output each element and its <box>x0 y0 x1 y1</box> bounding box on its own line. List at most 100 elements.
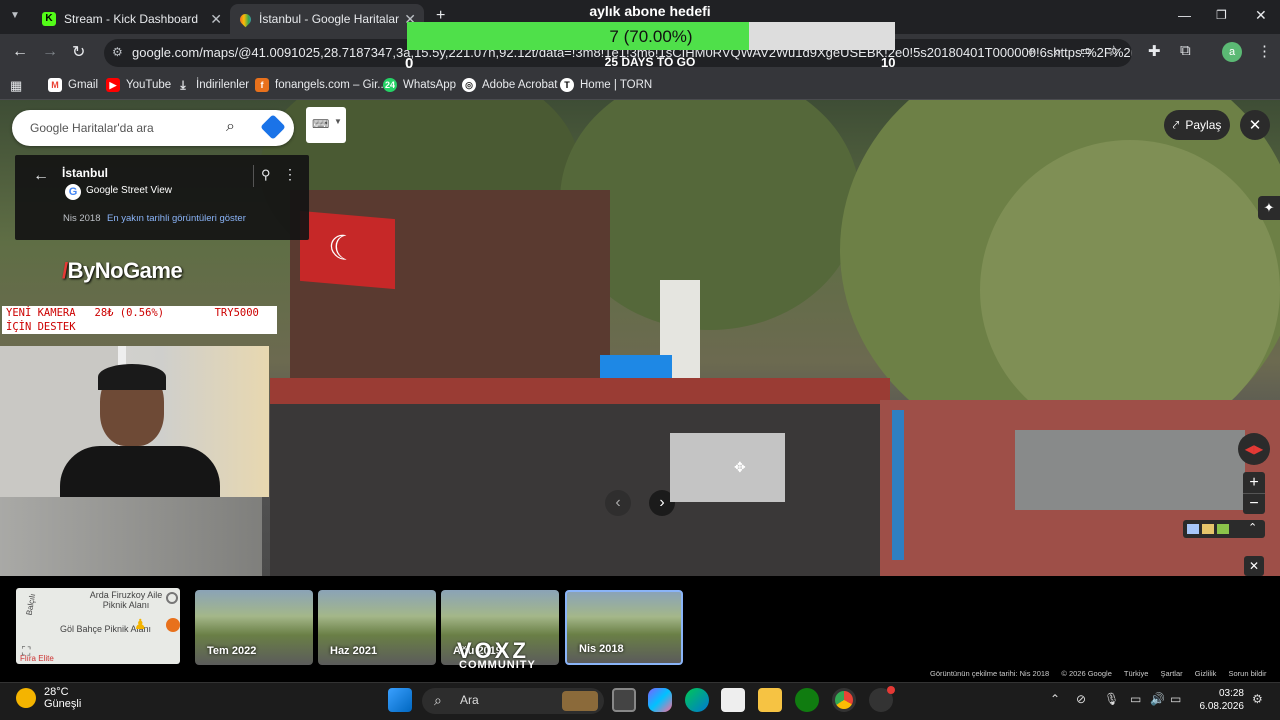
more-options-icon[interactable]: ⋮ <box>283 166 297 183</box>
map-pin-icon[interactable]: ⚲ <box>261 167 271 183</box>
tab-label: İstanbul - Google Haritalar <box>259 12 400 26</box>
globe-icon: ◎ <box>462 78 476 92</box>
latest-images-link[interactable]: En yakın tarihli görüntüleri göster <box>107 213 246 224</box>
weather-temp: 28°C <box>44 686 69 698</box>
compass-icon[interactable]: ◀▶ <box>1238 433 1270 465</box>
zoom-in-icon[interactable]: + <box>1243 472 1265 493</box>
panorama-cursor-box[interactable]: ✥ <box>670 433 785 502</box>
donation-goal-widget: YENİ KAMERA 28₺ (0.56%) TRY5000 İÇİN DES… <box>2 306 277 334</box>
apps-grid-icon[interactable]: ▦ <box>10 78 22 94</box>
back-icon[interactable]: ← <box>12 43 28 61</box>
task-view-icon[interactable] <box>612 688 636 712</box>
blue-post <box>892 410 904 560</box>
bookmark-torn[interactable]: T Home | TORN <box>560 78 652 92</box>
extension-puzzle-icon[interactable]: ✚ <box>1148 42 1161 60</box>
keyboard-toggle[interactable]: ⌨ ▼ <box>306 107 346 143</box>
xbox-icon[interactable] <box>795 688 819 712</box>
bookmark-gmail[interactable]: M Gmail <box>48 78 98 92</box>
extensions-icon[interactable]: ⧉ <box>1180 42 1191 59</box>
network-icon[interactable]: ▭ <box>1130 692 1141 706</box>
clock-time: 03:28 <box>1218 688 1244 699</box>
directions-icon[interactable] <box>260 114 286 140</box>
tray-overflow-icon[interactable]: ⌃ <box>1050 692 1060 706</box>
footer-report-link[interactable]: Sorun bildir <box>1229 669 1267 678</box>
bookmark-youtube[interactable]: ▶ YouTube <box>106 78 171 92</box>
minimize-icon[interactable]: — <box>1178 8 1191 23</box>
footer-privacy-link[interactable]: Gizlilik <box>1195 669 1217 678</box>
menu-icon[interactable]: ⋮ <box>1257 42 1272 60</box>
timeline-thumb-selected[interactable]: Nis 2018 <box>565 590 683 665</box>
close-street-view-button[interactable]: ✕ <box>1240 110 1270 140</box>
reload-icon[interactable]: ↻ <box>72 42 85 62</box>
timeline-thumb[interactable]: Tem 2022 <box>195 590 313 665</box>
store-icon[interactable] <box>721 688 745 712</box>
cast-icon[interactable]: ▭ <box>1080 43 1092 59</box>
sparkle-icon[interactable]: ✦ <box>1258 196 1280 220</box>
chrome-icon[interactable] <box>832 688 856 712</box>
mini-map[interactable]: Arda Firuzkoy Aile Piknik Alanı Göl Bahç… <box>16 588 180 664</box>
obs-icon[interactable] <box>869 686 895 712</box>
zoom-icon[interactable]: ⌕ <box>1054 43 1062 60</box>
site-info-icon[interactable]: ⚙ <box>112 45 123 59</box>
place-marker-icon <box>166 618 180 632</box>
edge-icon[interactable] <box>685 688 709 712</box>
maps-search-input[interactable]: Google Haritalar'da ara <box>30 121 154 135</box>
goal-progress-track: 7 (70.00%) <box>407 22 895 50</box>
zoom-controls: + − <box>1243 472 1265 514</box>
taskbar-search[interactable]: ⌕ Ara <box>422 688 604 714</box>
bookmark-whatsapp[interactable]: 24 WhatsApp <box>383 78 456 92</box>
maximize-icon[interactable]: ❐ <box>1216 8 1227 22</box>
capture-date-note: Görüntünün çekilme tarihi: Nis 2018 <box>930 669 1050 678</box>
location-target-icon[interactable] <box>166 592 178 604</box>
copilot-icon[interactable] <box>648 688 672 712</box>
turkish-flag: ☾ <box>300 210 395 290</box>
close-window-icon[interactable]: ✕ <box>1255 7 1267 24</box>
fullscreen-icon[interactable]: ⛶ <box>22 644 30 659</box>
fonangels-icon: f <box>255 78 269 92</box>
bookmark-adobe-acrobat[interactable]: ◎ Adobe Acrobat <box>462 78 557 92</box>
volume-icon[interactable]: 🔊 <box>1150 692 1165 706</box>
close-timeline-icon[interactable]: ✕ <box>1244 556 1264 576</box>
footer-region-link[interactable]: Türkiye <box>1124 669 1149 678</box>
notifications-icon[interactable]: ⚙ <box>1252 692 1263 706</box>
back-arrow-icon[interactable]: ← <box>33 167 49 185</box>
bookmark-downloads[interactable]: ⤓ İndirilenler <box>176 78 249 92</box>
footer-terms-link[interactable]: Şartlar <box>1161 669 1183 678</box>
expand-icon[interactable]: ⌃ <box>1248 521 1257 534</box>
bookmark-fonangels[interactable]: f fonangels.com – Gir... <box>255 78 387 92</box>
windows-start-icon[interactable] <box>388 688 412 712</box>
profile-avatar[interactable]: a <box>1222 42 1242 62</box>
maps-search-box[interactable]: Google Haritalar'da ara ⌕ <box>12 110 294 146</box>
bookmark-star-icon[interactable]: ☆ <box>1107 42 1120 60</box>
tab-google-maps[interactable]: İstanbul - Google Haritalar ✕ <box>230 4 424 34</box>
search-icon: ⌕ <box>434 692 442 708</box>
forward-icon[interactable]: → <box>42 43 58 61</box>
goal-progress-text: 7 (70.00%) <box>609 27 693 46</box>
tab-list-icon[interactable]: ▼ <box>10 10 20 21</box>
microphone-icon[interactable]: 🎙 <box>1104 692 1119 706</box>
file-explorer-icon[interactable] <box>758 688 782 712</box>
wall-top-red <box>270 378 890 404</box>
notification-dot <box>887 686 895 694</box>
location-icon[interactable]: ⌖ <box>1028 44 1035 60</box>
copyright: © 2026 Google <box>1061 669 1112 678</box>
search-icon[interactable]: ⌕ <box>226 118 235 136</box>
donation-line-1: YENİ KAMERA 28₺ (0.56%) TRY5000 <box>6 307 259 319</box>
prev-arrow-icon[interactable]: ‹ <box>605 490 631 516</box>
crescent-icon: ☾ <box>328 228 359 269</box>
tab-label: Stream - Kick Dashboard <box>64 12 199 26</box>
weather-widget[interactable]: 28°C Güneşli <box>16 686 81 710</box>
close-tab-icon[interactable]: ✕ <box>210 11 222 28</box>
tray-app-icon[interactable]: ⊘ <box>1076 692 1086 706</box>
system-clock[interactable]: 03:28 6.08.2026 <box>1190 687 1245 713</box>
share-button[interactable]: ⤤ Paylaş <box>1164 110 1230 140</box>
zoom-out-icon[interactable]: − <box>1243 493 1265 514</box>
street-view-info-card: ← İstanbul G Google Street View ⚲ ⋮ Nis … <box>15 155 309 240</box>
layers-toggle[interactable]: ⌃ <box>1183 520 1265 538</box>
battery-icon[interactable]: ▭ <box>1170 692 1181 706</box>
timeline-thumb[interactable]: Haz 2021 <box>318 590 436 665</box>
tab-kick-dashboard[interactable]: K Stream - Kick Dashboard ✕ <box>32 4 230 34</box>
fence-wall <box>270 380 890 576</box>
tree-foliage <box>980 140 1280 440</box>
divider <box>253 165 254 187</box>
